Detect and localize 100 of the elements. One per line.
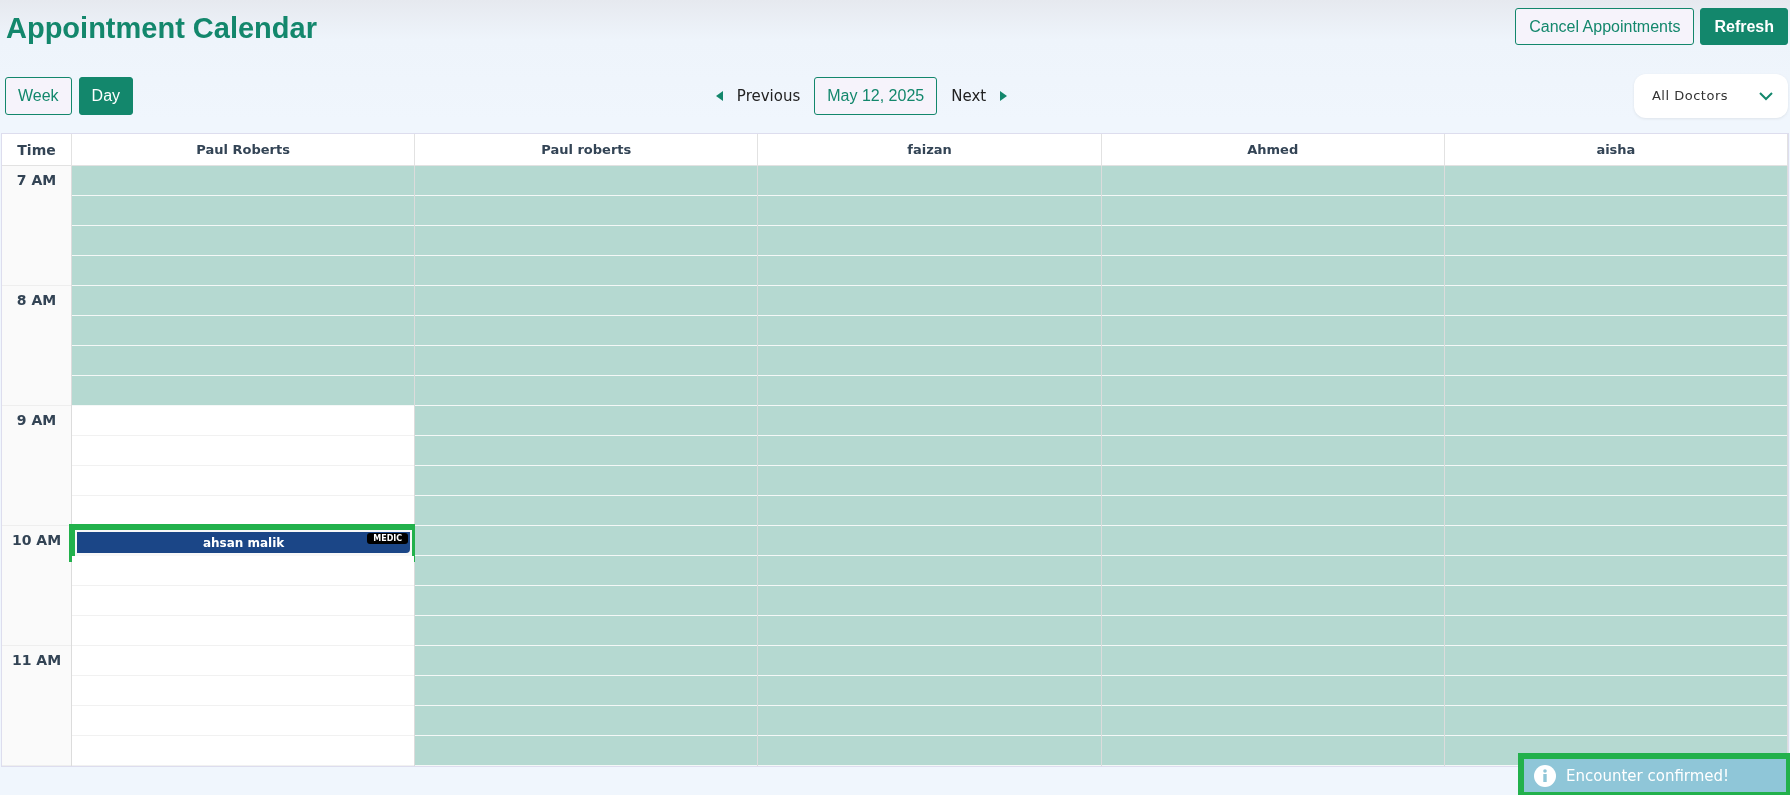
unavailable-slot[interactable] bbox=[415, 256, 758, 286]
unavailable-slot[interactable] bbox=[1101, 406, 1444, 436]
unavailable-slot[interactable] bbox=[415, 406, 758, 436]
info-icon bbox=[1534, 764, 1556, 787]
doctor-dropdown[interactable]: All Doctors bbox=[1633, 73, 1788, 118]
unavailable-slot[interactable] bbox=[415, 466, 758, 496]
unavailable-slot[interactable] bbox=[1101, 646, 1444, 676]
refresh-button[interactable]: Refresh bbox=[1700, 8, 1788, 45]
hour-label: 10 AM bbox=[11, 532, 62, 550]
unavailable-slot[interactable] bbox=[1444, 586, 1787, 616]
unavailable-slot[interactable] bbox=[1101, 436, 1444, 466]
unavailable-slot[interactable] bbox=[415, 616, 758, 646]
unavailable-slot[interactable] bbox=[415, 346, 758, 376]
view-tab[interactable]: Week bbox=[5, 76, 72, 115]
appointment-card[interactable]: ahsan malik MEDIC bbox=[77, 532, 411, 553]
hour-label: 11 AM bbox=[11, 652, 62, 670]
unavailable-slot[interactable] bbox=[1444, 376, 1787, 406]
unavailable-slot[interactable] bbox=[1444, 496, 1787, 526]
unavailable-slot[interactable] bbox=[1101, 166, 1444, 196]
unavailable-slot[interactable] bbox=[758, 496, 1101, 526]
unavailable-slot[interactable] bbox=[415, 556, 758, 586]
unavailable-slot[interactable] bbox=[758, 436, 1101, 466]
unavailable-slot[interactable] bbox=[415, 166, 758, 196]
unavailable-slot[interactable] bbox=[1444, 526, 1787, 556]
unavailable-slot[interactable] bbox=[758, 166, 1101, 196]
unavailable-slot[interactable] bbox=[1101, 676, 1444, 706]
unavailable-slot[interactable] bbox=[758, 676, 1101, 706]
unavailable-slot[interactable] bbox=[72, 286, 415, 316]
unavailable-slot[interactable] bbox=[72, 226, 415, 256]
unavailable-slot[interactable] bbox=[1101, 556, 1444, 586]
unavailable-slot[interactable] bbox=[1444, 346, 1787, 376]
unavailable-slot[interactable] bbox=[758, 616, 1101, 646]
unavailable-slot[interactable] bbox=[415, 376, 758, 406]
unavailable-slot[interactable] bbox=[758, 226, 1101, 256]
unavailable-slot[interactable] bbox=[415, 286, 758, 316]
unavailable-slot[interactable] bbox=[1101, 226, 1444, 256]
unavailable-slot[interactable] bbox=[758, 706, 1101, 736]
unavailable-slot[interactable] bbox=[1101, 196, 1444, 226]
unavailable-slot[interactable] bbox=[1444, 286, 1787, 316]
view-tab[interactable]: Day bbox=[78, 76, 134, 115]
unavailable-slot[interactable] bbox=[758, 466, 1101, 496]
unavailable-slot[interactable] bbox=[758, 406, 1101, 436]
unavailable-slot[interactable] bbox=[1101, 466, 1444, 496]
unavailable-slot[interactable] bbox=[758, 316, 1101, 346]
unavailable-slot[interactable] bbox=[1101, 376, 1444, 406]
unavailable-slot[interactable] bbox=[758, 376, 1101, 406]
unavailable-slot[interactable] bbox=[758, 286, 1101, 316]
unavailable-slot[interactable] bbox=[758, 256, 1101, 286]
unavailable-slot[interactable] bbox=[1444, 256, 1787, 286]
previous-button[interactable]: Previous bbox=[715, 86, 801, 105]
unavailable-slot[interactable] bbox=[415, 196, 758, 226]
unavailable-slot[interactable] bbox=[1101, 706, 1444, 736]
cancel-appointments-button[interactable]: Cancel Appointments bbox=[1515, 8, 1695, 45]
unavailable-slot[interactable] bbox=[415, 646, 758, 676]
unavailable-slot[interactable] bbox=[415, 526, 758, 556]
unavailable-slot[interactable] bbox=[758, 196, 1101, 226]
unavailable-slot[interactable] bbox=[72, 376, 415, 406]
unavailable-slot[interactable] bbox=[1444, 646, 1787, 676]
unavailable-slot[interactable] bbox=[72, 346, 415, 376]
unavailable-slot[interactable] bbox=[72, 256, 415, 286]
unavailable-slot[interactable] bbox=[415, 316, 758, 346]
unavailable-slot[interactable] bbox=[415, 436, 758, 466]
unavailable-slot[interactable] bbox=[1444, 406, 1787, 436]
unavailable-slot[interactable] bbox=[758, 346, 1101, 376]
unavailable-slot[interactable] bbox=[1444, 676, 1787, 706]
unavailable-slot[interactable] bbox=[72, 316, 415, 346]
unavailable-slot[interactable] bbox=[1101, 346, 1444, 376]
caret-left-icon bbox=[715, 90, 723, 101]
unavailable-slot[interactable] bbox=[1101, 616, 1444, 646]
unavailable-slot[interactable] bbox=[415, 706, 758, 736]
unavailable-slot[interactable] bbox=[758, 556, 1101, 586]
unavailable-slot[interactable] bbox=[1444, 706, 1787, 736]
unavailable-slot[interactable] bbox=[758, 646, 1101, 676]
unavailable-slot[interactable] bbox=[1101, 526, 1444, 556]
unavailable-slot[interactable] bbox=[1444, 466, 1787, 496]
unavailable-slot[interactable] bbox=[1101, 586, 1444, 616]
unavailable-slot[interactable] bbox=[1444, 436, 1787, 466]
unavailable-slot[interactable] bbox=[758, 736, 1101, 766]
unavailable-slot[interactable] bbox=[415, 226, 758, 256]
unavailable-slot[interactable] bbox=[1444, 556, 1787, 586]
unavailable-slot[interactable] bbox=[1444, 166, 1787, 196]
unavailable-slot[interactable] bbox=[1101, 496, 1444, 526]
unavailable-slot[interactable] bbox=[1444, 226, 1787, 256]
unavailable-slot[interactable] bbox=[1444, 196, 1787, 226]
unavailable-slot[interactable] bbox=[415, 736, 758, 766]
unavailable-slot[interactable] bbox=[72, 166, 415, 196]
date-button[interactable]: May 12, 2025 bbox=[814, 76, 938, 115]
unavailable-slot[interactable] bbox=[1444, 316, 1787, 346]
unavailable-slot[interactable] bbox=[1444, 616, 1787, 646]
next-button[interactable]: Next bbox=[951, 86, 1008, 105]
unavailable-slot[interactable] bbox=[72, 196, 415, 226]
unavailable-slot[interactable] bbox=[415, 496, 758, 526]
unavailable-slot[interactable] bbox=[415, 586, 758, 616]
unavailable-slot[interactable] bbox=[1101, 736, 1444, 766]
unavailable-slot[interactable] bbox=[1101, 286, 1444, 316]
unavailable-slot[interactable] bbox=[758, 526, 1101, 556]
unavailable-slot[interactable] bbox=[415, 676, 758, 706]
unavailable-slot[interactable] bbox=[758, 586, 1101, 616]
unavailable-slot[interactable] bbox=[1101, 316, 1444, 346]
unavailable-slot[interactable] bbox=[1101, 256, 1444, 286]
